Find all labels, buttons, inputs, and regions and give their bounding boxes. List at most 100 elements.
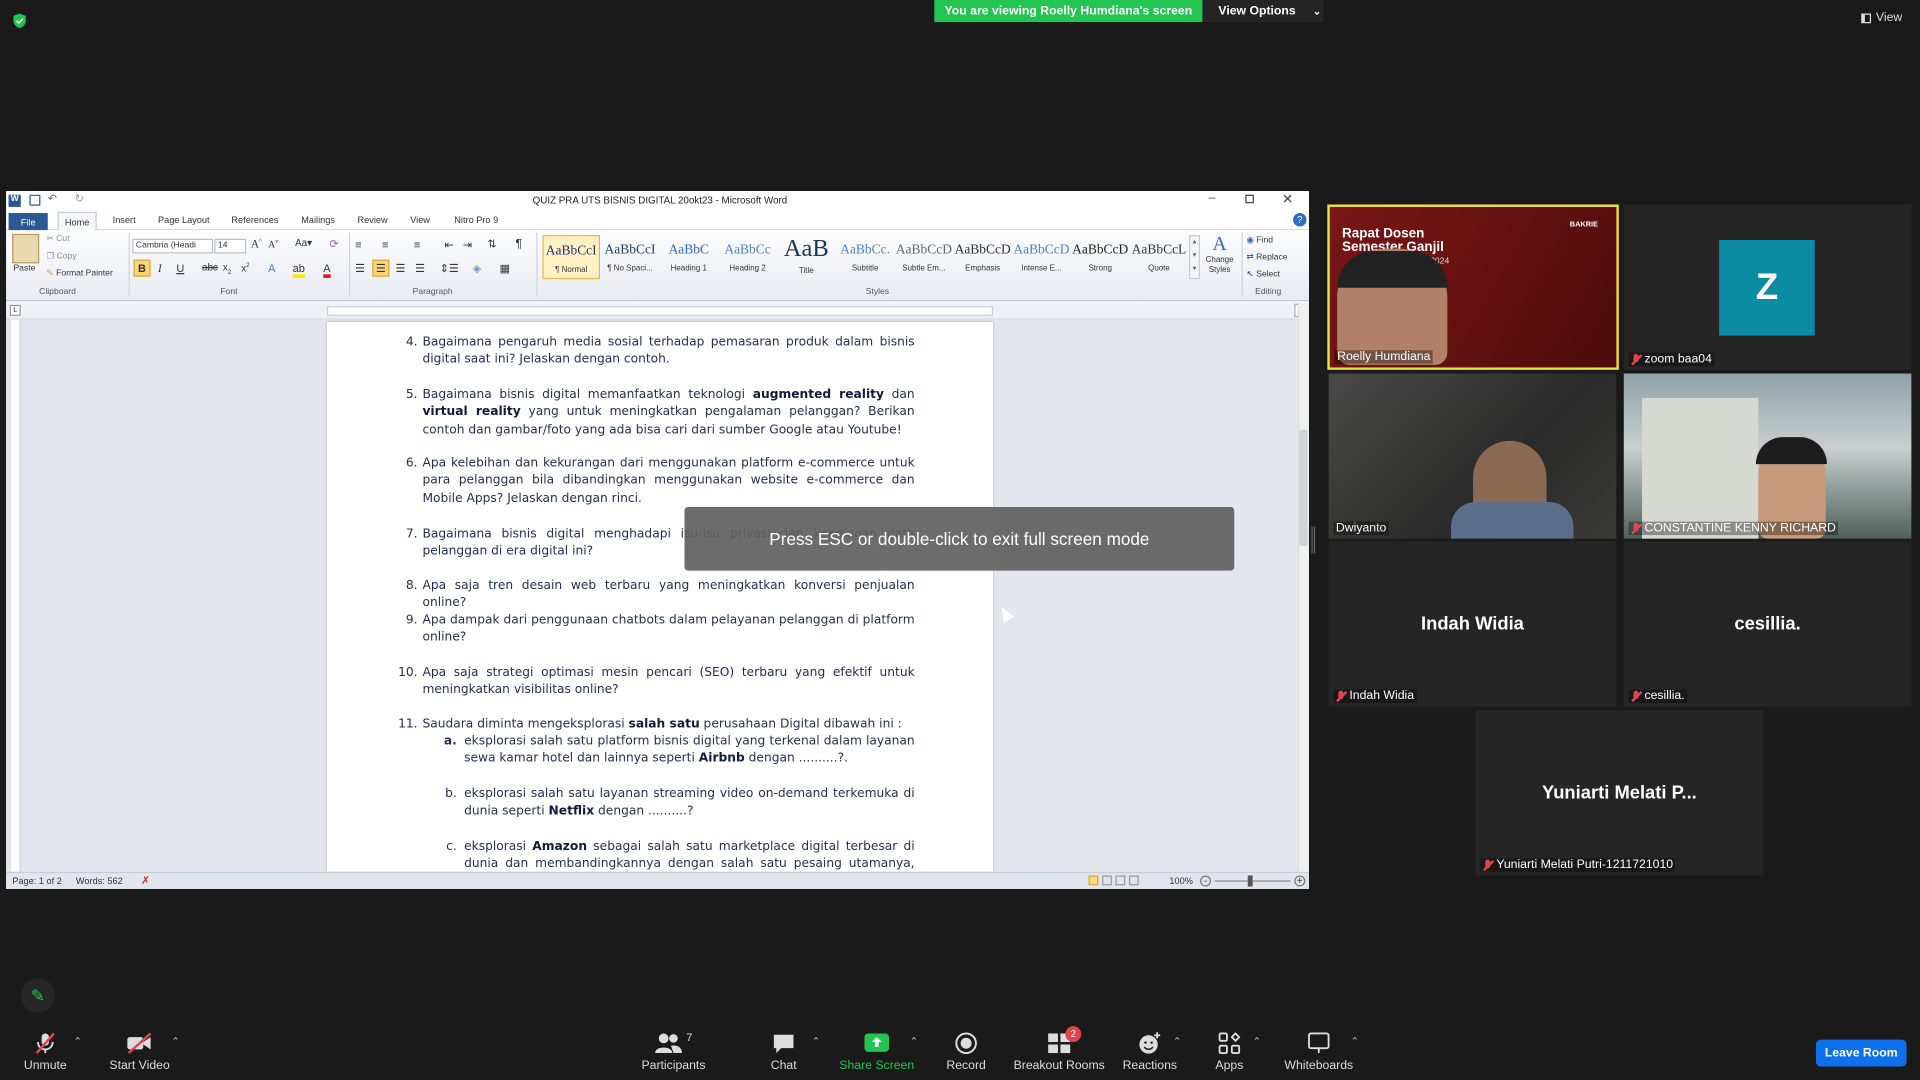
- style-title[interactable]: AaB Title: [778, 235, 836, 279]
- participant-tile-roelly[interactable]: Rapat Dosen Semester Ganjil /2024 BAKRIE…: [1327, 204, 1619, 370]
- select-button[interactable]: ↖ Select: [1247, 269, 1280, 280]
- style-no-spaci[interactable]: AaBbCcI ¶ No Spaci...: [601, 235, 659, 279]
- audio-options-caret[interactable]: ⌃: [73, 1036, 81, 1047]
- shield-icon[interactable]: [12, 12, 27, 29]
- participant-tile-constantine[interactable]: CONSTANTINE KENNY RICHARD: [1623, 373, 1912, 539]
- unmute-button[interactable]: Unmute: [17, 1031, 73, 1073]
- vertical-ruler[interactable]: [11, 319, 21, 872]
- superscript-button[interactable]: x2: [241, 262, 249, 274]
- participant-tile-indah[interactable]: Indah Widia Indah Widia: [1328, 541, 1617, 707]
- style-heading-1[interactable]: AaBbC Heading 1: [660, 235, 718, 279]
- help-icon[interactable]: ?: [1293, 213, 1307, 227]
- justify-icon[interactable]: ☰: [415, 262, 425, 275]
- tab-references[interactable]: References: [231, 214, 278, 225]
- panel-resize-handle[interactable]: [1311, 526, 1316, 554]
- tab-review[interactable]: Review: [358, 214, 388, 225]
- style-strong[interactable]: AaBbCcD Strong: [1071, 235, 1129, 279]
- style-subtitle[interactable]: AaBbCc. Subtitle: [836, 235, 894, 279]
- restore-icon[interactable]: [1245, 194, 1254, 204]
- bullets-icon[interactable]: ≡: [355, 239, 361, 251]
- record-button[interactable]: Record: [943, 1031, 990, 1073]
- tab-home[interactable]: Home: [57, 211, 97, 232]
- borders-icon[interactable]: ▦: [500, 262, 510, 275]
- participant-tile-cesillia[interactable]: cesillia. cesillia.: [1623, 541, 1912, 707]
- style-intense-e[interactable]: AaBbCcD Intense E...: [1013, 235, 1071, 279]
- tab-selector[interactable]: L: [9, 304, 21, 316]
- participant-tile-zoom-baa04[interactable]: Z zoom baa04: [1623, 204, 1912, 370]
- zoom-out-icon[interactable]: -: [1200, 875, 1212, 887]
- text-effects-icon[interactable]: A: [268, 262, 275, 274]
- apps-button[interactable]: Apps: [1210, 1031, 1249, 1073]
- strikethrough-button[interactable]: abc: [202, 262, 218, 273]
- change-case-icon[interactable]: Aa▾: [295, 238, 312, 249]
- proofing-icon[interactable]: ✗: [141, 874, 150, 887]
- tab-file[interactable]: File: [8, 213, 48, 231]
- whiteboards-button[interactable]: Whiteboards: [1281, 1031, 1357, 1073]
- view-button[interactable]: View: [1861, 11, 1902, 24]
- reactions-options-caret[interactable]: ⌃: [1173, 1036, 1181, 1047]
- replace-button[interactable]: ⇄ Replace: [1247, 252, 1288, 262]
- style-normal[interactable]: AaBbCcI ¶ Normal: [542, 235, 601, 280]
- start-video-button[interactable]: Start Video: [105, 1031, 174, 1073]
- save-icon[interactable]: [29, 194, 41, 206]
- styles-scroll[interactable]: ▴ ▾ ▾: [1188, 235, 1201, 280]
- horizontal-ruler[interactable]: [326, 306, 994, 316]
- paste-icon[interactable]: [12, 233, 40, 264]
- bold-button[interactable]: B: [133, 259, 151, 277]
- breakout-rooms-button[interactable]: 2 Breakout Rooms: [1011, 1026, 1107, 1073]
- highlight-icon[interactable]: ab: [292, 262, 305, 278]
- apps-options-caret[interactable]: ⌃: [1253, 1036, 1261, 1047]
- scroll-thumb[interactable]: [1299, 429, 1308, 547]
- word-count[interactable]: Words: 562: [76, 876, 123, 887]
- find-button[interactable]: ◉ Find: [1247, 235, 1274, 245]
- web-layout-icon[interactable]: [1115, 875, 1126, 886]
- grow-font-icon[interactable]: A^: [251, 238, 262, 250]
- zoom-slider-thumb[interactable]: [1247, 875, 1253, 887]
- redo-icon[interactable]: ↻: [75, 192, 84, 205]
- format-painter-button[interactable]: ✎ Format Painter: [47, 268, 113, 278]
- page-count[interactable]: Page: 1 of 2: [12, 876, 62, 887]
- underline-button[interactable]: U: [176, 262, 184, 274]
- style-subtle-em[interactable]: AaBbCcD Subtle Em...: [895, 235, 953, 279]
- multilevel-icon[interactable]: ≡: [414, 239, 420, 251]
- shrink-font-icon[interactable]: Av: [268, 239, 278, 250]
- increase-indent-icon[interactable]: ⇥: [463, 239, 472, 252]
- undo-icon[interactable]: ↶: [48, 192, 57, 205]
- reactions-button[interactable]: Reactions: [1119, 1031, 1180, 1073]
- change-styles-button[interactable]: A Change Styles: [1201, 234, 1238, 288]
- clear-format-icon[interactable]: ⟳: [329, 238, 338, 251]
- tab-mailings[interactable]: Mailings: [301, 214, 335, 225]
- align-right-icon[interactable]: ☰: [396, 262, 406, 275]
- tab-nitro[interactable]: Nitro Pro 9: [454, 214, 498, 225]
- leave-room-button[interactable]: Leave Room: [1815, 1039, 1907, 1067]
- print-layout-icon[interactable]: [1088, 875, 1099, 886]
- font-size-select[interactable]: 14: [214, 238, 247, 254]
- view-buttons[interactable]: [1088, 875, 1143, 887]
- share-screen-button[interactable]: Share Screen: [838, 1031, 916, 1073]
- whiteboards-options-caret[interactable]: ⌃: [1351, 1036, 1359, 1047]
- tab-insert[interactable]: Insert: [113, 214, 136, 225]
- vertical-scrollbar[interactable]: [1297, 302, 1309, 872]
- view-options-button[interactable]: View Options ⌄: [1202, 0, 1324, 23]
- participant-tile-yuniarti[interactable]: Yuniarti Melati P... Yuniarti Melati Put…: [1475, 710, 1764, 876]
- minimize-icon[interactable]: –: [1209, 191, 1216, 204]
- close-icon[interactable]: ✕: [1282, 191, 1293, 207]
- align-left-icon[interactable]: ☰: [355, 262, 365, 275]
- style-quote[interactable]: AaBbCcL Quote: [1130, 235, 1188, 279]
- video-options-caret[interactable]: ⌃: [171, 1036, 179, 1047]
- subscript-button[interactable]: x2: [223, 262, 231, 276]
- full-reading-icon[interactable]: [1102, 875, 1112, 886]
- decrease-indent-icon[interactable]: ⇤: [444, 239, 453, 252]
- outline-icon[interactable]: [1128, 875, 1139, 886]
- annotate-pencil-icon[interactable]: ✎: [20, 978, 56, 1013]
- sort-icon[interactable]: ⇅: [487, 238, 496, 251]
- cut-button[interactable]: ✂ Cut: [47, 234, 70, 244]
- italic-button[interactable]: I: [158, 262, 162, 274]
- pilcrow-icon[interactable]: ¶: [516, 238, 523, 251]
- font-name-select[interactable]: Cambria (Headi: [132, 238, 214, 254]
- chat-options-caret[interactable]: ⌃: [812, 1036, 820, 1047]
- shading-icon[interactable]: ◈: [473, 262, 481, 275]
- zoom-level[interactable]: 100%: [1169, 876, 1192, 887]
- style-emphasis[interactable]: AaBbCcD Emphasis: [954, 235, 1012, 279]
- share-options-caret[interactable]: ⌃: [910, 1036, 918, 1047]
